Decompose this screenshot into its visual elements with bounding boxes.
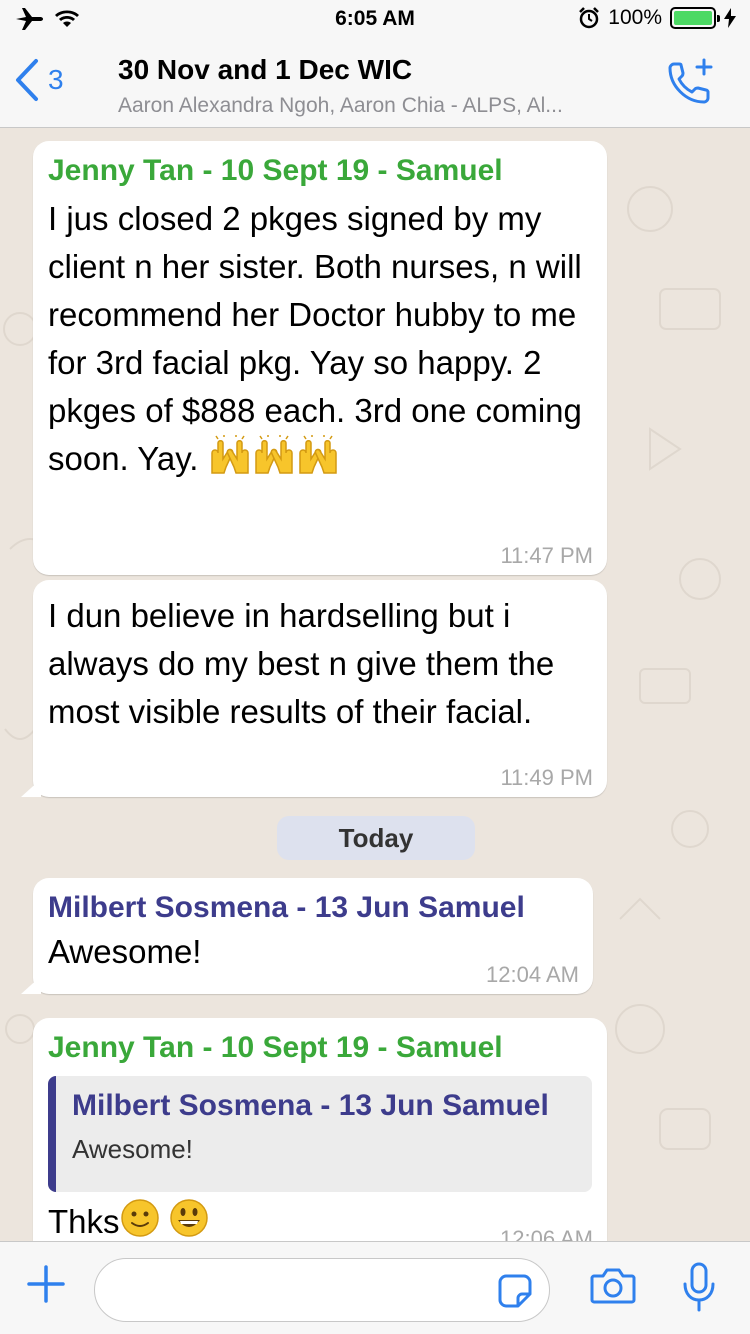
plus-icon <box>27 1265 65 1303</box>
phone-plus-icon <box>668 58 713 104</box>
message-bubble[interactable]: Jenny Tan - 10 Sept 19 - Samuel I jus cl… <box>33 141 607 575</box>
voice-record-button[interactable] <box>682 1262 716 1317</box>
raising-hands-emoji <box>296 435 340 488</box>
sticker-button[interactable] <box>498 1274 532 1313</box>
chat-area[interactable]: Jenny Tan - 10 Sept 19 - Samuel I jus cl… <box>0 129 750 1241</box>
message-text: I jus closed 2 pkges signed by my client… <box>48 195 592 488</box>
grinning-face-emoji <box>169 1198 209 1241</box>
group-members[interactable]: Aaron Alexandra Ngoh, Aaron Chia - ALPS,… <box>118 94 658 118</box>
alarm-icon <box>579 7 600 29</box>
back-button[interactable]: 3 <box>14 58 64 102</box>
raising-hands-emoji <box>208 435 252 488</box>
unread-count: 3 <box>48 64 64 95</box>
camera-button[interactable] <box>590 1266 636 1311</box>
bubble-tail <box>21 779 41 797</box>
message-sender[interactable]: Jenny Tan - 10 Sept 19 - Samuel <box>48 153 592 189</box>
message-sender[interactable]: Milbert Sosmena - 13 Jun Samuel <box>48 890 578 926</box>
message-time: 12:04 AM <box>486 962 579 987</box>
quoted-message[interactable]: Milbert Sosmena - 13 Jun Samuel Awesome! <box>48 1076 592 1192</box>
raising-hands-emoji <box>252 435 296 488</box>
attach-button[interactable] <box>26 1264 66 1309</box>
message-bubble[interactable]: I dun believe in hardselling but i alway… <box>21 580 607 797</box>
battery-percent: 100% <box>608 6 662 29</box>
battery-icon <box>670 7 720 29</box>
message-bubble[interactable]: Milbert Sosmena - 13 Jun Samuel Awesome!… <box>21 878 593 994</box>
message-time: 11:47 PM <box>500 543 593 568</box>
slightly-smiling-face-emoji <box>120 1198 160 1241</box>
add-call-button[interactable] <box>666 58 716 113</box>
date-separator: Today <box>277 816 475 860</box>
message-time: 12:06 AM <box>500 1226 593 1241</box>
charging-icon <box>724 8 736 28</box>
battery-fill <box>674 11 712 25</box>
camera-icon <box>590 1268 636 1304</box>
message-input[interactable] <box>94 1258 550 1322</box>
message-bubble[interactable]: Jenny Tan - 10 Sept 19 - Samuel Milbert … <box>33 1018 607 1241</box>
message-text: I dun believe in hardselling but i alway… <box>48 597 555 730</box>
quoted-sender: Milbert Sosmena - 13 Jun Samuel <box>72 1089 549 1122</box>
status-right: 100% <box>578 6 736 30</box>
chat-header: 3 30 Nov and 1 Dec WIC Aaron Alexandra N… <box>0 40 750 128</box>
quoted-text: Awesome! <box>72 1134 193 1164</box>
message-sender[interactable]: Jenny Tan - 10 Sept 19 - Samuel <box>48 1030 592 1066</box>
chevron-left-icon <box>16 59 38 101</box>
microphone-icon <box>683 1262 715 1312</box>
message-time: 11:49 PM <box>500 765 593 790</box>
status-bar: 6:05 AM 100% <box>0 0 750 40</box>
sticker-icon <box>498 1274 532 1308</box>
composer-bar <box>0 1241 750 1334</box>
group-title[interactable]: 30 Nov and 1 Dec WIC <box>118 54 412 86</box>
bubble-tail <box>21 976 41 994</box>
